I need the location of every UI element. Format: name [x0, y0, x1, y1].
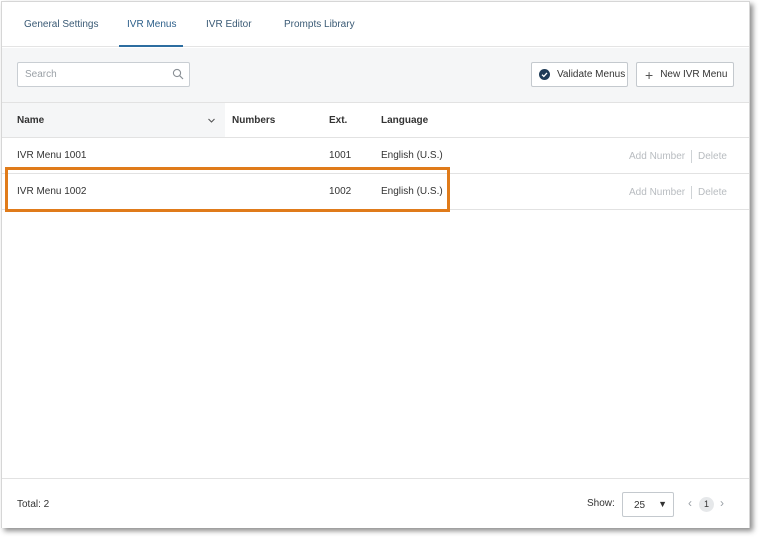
column-header-name[interactable]: Name: [17, 115, 44, 126]
ivr-menus-panel: General Settings IVR Menus IVR Editor Pr…: [1, 1, 750, 528]
action-divider: [691, 150, 692, 163]
caret-down-icon: ▼: [658, 499, 667, 509]
total-count: Total: 2: [17, 499, 50, 510]
chevron-right-icon[interactable]: ›: [720, 496, 724, 510]
tab-ivr-menus[interactable]: IVR Menus: [127, 19, 176, 30]
add-number-link[interactable]: Add Number: [629, 187, 685, 198]
validate-menus-label: Validate Menus: [557, 69, 626, 80]
show-label: Show:: [587, 498, 615, 509]
tab-prompts-library[interactable]: Prompts Library: [284, 19, 355, 30]
search-input[interactable]: [18, 63, 168, 86]
plus-icon: +: [645, 66, 654, 83]
row-language: English (U.S.): [381, 150, 443, 161]
new-ivr-menu-button[interactable]: + New IVR Menu: [636, 62, 734, 87]
check-circle-icon: [539, 69, 550, 80]
action-divider: [691, 186, 692, 199]
column-header-ext[interactable]: Ext.: [329, 115, 347, 126]
page-size-value: 25: [634, 500, 646, 511]
table-row[interactable]: IVR Menu 1002 1002 English (U.S.) Add Nu…: [2, 174, 749, 210]
search-box[interactable]: [17, 62, 190, 87]
row-ext: 1001: [329, 150, 352, 161]
row-name[interactable]: IVR Menu 1002: [17, 186, 87, 197]
table-header: Name Numbers Ext. Language: [2, 103, 749, 138]
toolbar: Validate Menus + New IVR Menu: [2, 48, 749, 103]
row-language: English (U.S.): [381, 186, 443, 197]
tab-general-settings[interactable]: General Settings: [24, 19, 99, 30]
tab-bar: General Settings IVR Menus IVR Editor Pr…: [2, 2, 749, 47]
column-header-language[interactable]: Language: [381, 115, 428, 126]
page-size-select[interactable]: 25 ▼: [622, 492, 674, 517]
row-name[interactable]: IVR Menu 1001: [17, 150, 87, 161]
new-ivr-menu-label: New IVR Menu: [660, 69, 728, 80]
delete-link[interactable]: Delete: [698, 151, 727, 162]
table-footer: Total: 2 Show: 25 ▼ ‹ 1 ›: [2, 478, 749, 528]
active-tab-indicator: [119, 45, 183, 47]
add-number-link[interactable]: Add Number: [629, 151, 685, 162]
chevron-left-icon[interactable]: ‹: [688, 496, 692, 510]
column-header-numbers[interactable]: Numbers: [232, 115, 275, 126]
chevron-down-icon[interactable]: [207, 116, 216, 125]
row-ext: 1002: [329, 186, 352, 197]
tab-ivr-editor[interactable]: IVR Editor: [206, 19, 252, 30]
page-number-current[interactable]: 1: [699, 497, 714, 512]
search-icon[interactable]: [172, 68, 184, 80]
table-row[interactable]: IVR Menu 1001 1001 English (U.S.) Add Nu…: [2, 138, 749, 174]
validate-menus-button[interactable]: Validate Menus: [531, 62, 628, 87]
delete-link[interactable]: Delete: [698, 187, 727, 198]
